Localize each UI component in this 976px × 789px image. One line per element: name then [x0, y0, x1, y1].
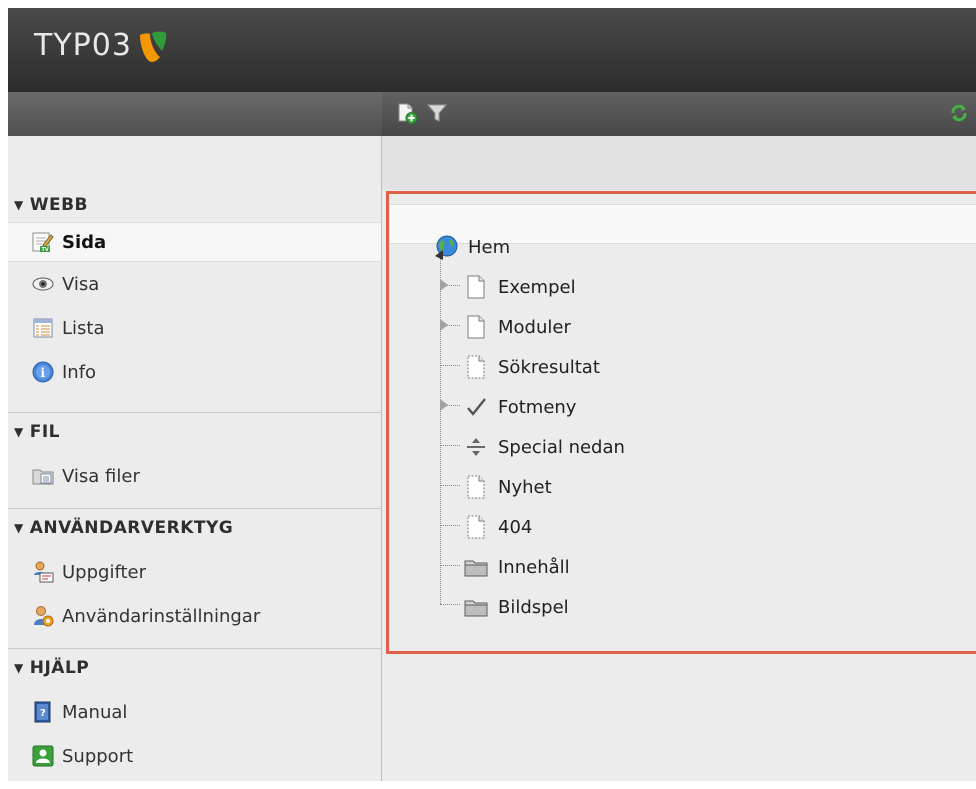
menu-group-label: ANVÄNDARVERKTYG — [29, 518, 234, 538]
user-settings-icon — [34, 606, 54, 627]
tree-connector — [440, 565, 460, 566]
top-bar: TYP03 — [8, 8, 976, 92]
svg-text:TV: TV — [42, 247, 49, 253]
divider — [8, 412, 381, 413]
spacer-icon — [467, 438, 485, 456]
page-tree-toolbar — [382, 92, 976, 136]
tree-node-nyhet[interactable]: Nyhet — [464, 468, 552, 506]
page-icon — [467, 275, 485, 299]
module-item-lista[interactable]: Lista — [8, 308, 381, 348]
tree-node-label: 404 — [498, 516, 533, 538]
info-icon: i — [32, 361, 54, 383]
filter-icon[interactable] — [426, 102, 448, 124]
page-hidden-icon — [467, 515, 485, 539]
tree-node-label: Special nedan — [498, 436, 625, 458]
expand-toggle[interactable] — [440, 399, 448, 411]
tree-node-label: Bildspel — [498, 596, 569, 618]
tree-node-special-nedan[interactable]: Special nedan — [464, 428, 625, 466]
tree-connector — [440, 365, 460, 366]
eye-icon — [32, 277, 54, 291]
tree-node-root[interactable]: Hem — [434, 228, 510, 266]
menu-group-label: FIL — [29, 422, 61, 442]
collapse-triangle-icon: ▼ — [14, 198, 24, 212]
tree-connector — [440, 525, 460, 526]
page-tree-header — [382, 136, 976, 190]
tree-node-label: Exempel — [498, 276, 576, 298]
collapse-triangle-icon: ▼ — [14, 425, 24, 439]
module-item-label: Info — [62, 361, 97, 383]
module-item-label: Lista — [62, 317, 105, 339]
divider — [8, 648, 381, 649]
tree-node-label: Fotmeny — [498, 396, 577, 418]
module-item-uppgifter[interactable]: Uppgifter — [8, 552, 381, 592]
tree-node-exempel[interactable]: Exempel — [464, 268, 576, 306]
module-item-info[interactable]: i Info — [8, 352, 381, 392]
tree-node-label: Sökresultat — [498, 356, 600, 378]
page-module-icon: TV — [32, 232, 54, 253]
tree-node-label: Nyhet — [498, 476, 552, 498]
menu-group-fil[interactable]: ▼ FIL — [8, 415, 381, 449]
svg-text:?: ? — [40, 708, 46, 719]
module-item-sida[interactable]: TV Sida — [8, 222, 381, 262]
new-page-icon[interactable] — [396, 102, 418, 124]
support-icon — [32, 745, 54, 767]
refresh-icon[interactable] — [948, 102, 970, 124]
module-item-label: Sida — [62, 231, 107, 253]
tree-node-label: Innehåll — [498, 556, 570, 578]
folder-files-icon — [32, 469, 54, 485]
typo3-logo-icon — [139, 31, 167, 62]
tree-connector — [440, 258, 441, 604]
tree-node-innehall[interactable]: Innehåll — [464, 548, 570, 586]
module-item-label: Support — [62, 745, 134, 767]
tree-connector — [440, 604, 460, 605]
menu-group-label: WEBB — [29, 195, 89, 215]
module-item-manual[interactable]: ? Manual — [8, 692, 381, 732]
collapse-triangle-icon: ▼ — [14, 521, 24, 535]
divider — [8, 508, 381, 509]
folder-icon — [464, 600, 488, 617]
expand-toggle[interactable] — [440, 319, 448, 331]
tasks-icon — [34, 561, 54, 583]
tree-connector — [440, 445, 460, 446]
module-item-label: Visa filer — [62, 465, 140, 487]
manual-icon: ? — [34, 701, 51, 723]
list-icon — [33, 318, 53, 338]
module-item-visa[interactable]: Visa — [8, 264, 381, 304]
tree-node-fotmeny[interactable]: Fotmeny — [464, 388, 576, 426]
tree-node-404[interactable]: 404 — [464, 508, 532, 546]
folder-icon — [464, 560, 488, 577]
typo3-backend: TYP03 ▼ WEBB TV Sida Visa Lista i Info ▼… — [8, 8, 976, 781]
tree-node-moduler[interactable]: Moduler — [464, 308, 571, 346]
collapse-triangle-icon: ▼ — [14, 661, 24, 675]
module-item-anvandarinstallningar[interactable]: Användarinställningar — [8, 596, 381, 636]
tree-node-label: Moduler — [498, 316, 571, 338]
tree-node-sokresultat[interactable]: Sökresultat — [464, 348, 600, 386]
svg-text:i: i — [41, 366, 46, 380]
typo3-logo[interactable]: TYP03 — [34, 28, 168, 63]
checkmark-icon — [467, 398, 486, 416]
page-hidden-icon — [467, 475, 485, 499]
module-item-visa-filer[interactable]: Visa filer — [8, 456, 381, 496]
logo-text: TYP03 — [34, 28, 132, 63]
tree-node-label: Hem — [468, 236, 511, 258]
module-item-label: Användarinställningar — [62, 605, 261, 627]
page-icon — [467, 315, 485, 339]
module-item-label: Visa — [62, 273, 100, 295]
menu-group-anvandarverktyg[interactable]: ▼ ANVÄNDARVERKTYG — [8, 511, 381, 545]
module-item-label: Manual — [62, 701, 128, 723]
menu-group-hjalp[interactable]: ▼ HJÄLP — [8, 651, 381, 685]
page-hidden-icon — [467, 355, 485, 379]
globe-icon — [435, 235, 458, 260]
menu-group-label: HJÄLP — [29, 658, 90, 678]
tree-node-bildspel[interactable]: Bildspel — [464, 588, 569, 626]
module-menu: ▼ WEBB TV Sida Visa Lista i Info ▼ FIL V… — [8, 136, 382, 781]
module-menu-toolbar — [8, 92, 382, 136]
tree-connector — [440, 485, 460, 486]
expand-toggle[interactable] — [440, 279, 448, 291]
page-tree-panel: Hem Exempel Moduler Sökresultat Fotmeny … — [382, 136, 976, 781]
module-item-support[interactable]: Support — [8, 736, 381, 776]
menu-group-webb[interactable]: ▼ WEBB — [8, 188, 381, 222]
module-item-label: Uppgifter — [62, 561, 147, 583]
